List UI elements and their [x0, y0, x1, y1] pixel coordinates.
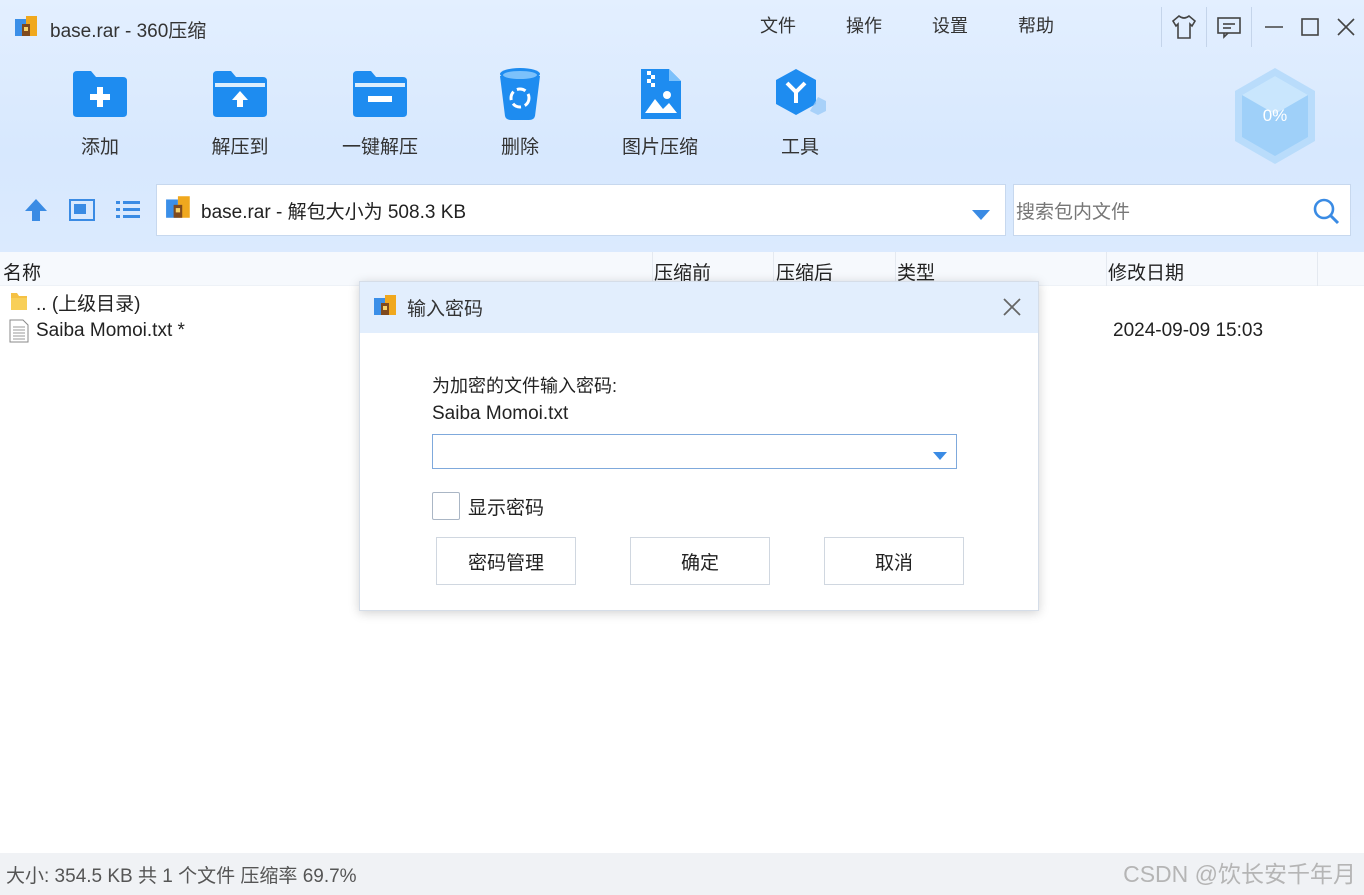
menu-settings[interactable]: 设置	[932, 12, 1018, 38]
text-file-icon	[9, 319, 29, 349]
tools-label: 工具	[780, 137, 819, 158]
thumbnail-view-icon[interactable]	[68, 196, 96, 224]
dialog-prompt: 为加密的文件输入密码:	[432, 376, 617, 396]
compression-gauge: 0%	[1232, 66, 1318, 166]
app-icon	[14, 13, 40, 45]
image-compress-label: 图片压缩	[621, 137, 698, 158]
dialog-header: 输入密码	[360, 282, 1038, 333]
dialog-filename: Saiba Momoi.txt	[432, 403, 569, 424]
skin-shirt-icon[interactable]	[1166, 9, 1202, 45]
compression-percent: 0%	[1262, 106, 1288, 125]
list-view-icon[interactable]	[114, 196, 142, 224]
cancel-button[interactable]: 取消	[824, 537, 964, 585]
delete-label: 删除	[500, 137, 539, 158]
chevron-down-icon[interactable]	[971, 205, 991, 227]
extract-to-label: 解压到	[211, 137, 269, 158]
top-panel: base.rar - 360压缩 文件 操作 设置 帮助 添加 解压到 一键解压…	[0, 0, 1364, 252]
menu-file[interactable]: 文件	[760, 12, 846, 38]
window-title: base.rar - 360压缩	[50, 20, 207, 42]
show-password-label: 显示密码	[468, 497, 545, 519]
divider	[1251, 7, 1252, 47]
add-button[interactable]: 添加	[30, 66, 170, 159]
close-icon[interactable]	[1000, 295, 1024, 319]
toolbar: 添加 解压到 一键解压 删除 图片压缩 工具	[30, 66, 870, 159]
password-input[interactable]	[432, 434, 957, 469]
tools-button[interactable]: 工具	[730, 66, 870, 159]
archive-icon	[165, 193, 193, 227]
column-modified[interactable]: 修改日期	[1108, 258, 1184, 285]
up-arrow-icon[interactable]	[22, 196, 50, 224]
divider	[1206, 7, 1207, 47]
maximize-icon[interactable]	[1292, 9, 1328, 45]
window-title-area: base.rar - 360压缩	[14, 14, 206, 44]
folder-add-icon	[70, 66, 130, 122]
search-icon[interactable]	[1312, 197, 1340, 231]
show-password-checkbox[interactable]: 显示密码	[432, 492, 544, 520]
dialog-title: 输入密码	[407, 299, 484, 320]
menu-operate[interactable]: 操作	[846, 12, 932, 38]
folder-icon	[9, 290, 29, 318]
image-compress-icon	[630, 66, 690, 122]
menu-help[interactable]: 帮助	[1018, 12, 1104, 38]
password-manage-button[interactable]: 密码管理	[436, 537, 576, 585]
minimize-icon[interactable]	[1256, 9, 1292, 45]
path-text: base.rar - 解包大小为 508.3 KB	[201, 201, 467, 223]
add-label: 添加	[80, 137, 119, 158]
extract-to-button[interactable]: 解压到	[170, 66, 310, 159]
nav-buttons	[22, 196, 142, 224]
folder-extract-icon	[210, 66, 270, 122]
delete-button[interactable]: 删除	[450, 66, 590, 159]
search-placeholder: 搜索包内文件	[1016, 201, 1131, 223]
divider	[1317, 252, 1318, 286]
folder-quick-extract-icon	[350, 66, 410, 122]
status-text: 大小: 354.5 KB 共 1 个文件 压缩率 69.7%	[6, 865, 357, 887]
recycle-bin-icon	[490, 66, 550, 122]
ok-button[interactable]: 确定	[630, 537, 770, 585]
column-name[interactable]: 名称	[3, 258, 41, 285]
file-name: .. (上级目录)	[36, 293, 141, 315]
checkbox-box[interactable]	[432, 492, 460, 520]
quick-extract-label: 一键解压	[341, 137, 418, 158]
app-icon	[373, 292, 399, 324]
close-icon[interactable]	[1328, 9, 1364, 45]
quick-extract-button[interactable]: 一键解压	[310, 66, 450, 159]
image-compress-button[interactable]: 图片压缩	[590, 66, 730, 159]
search-box[interactable]: 搜索包内文件	[1013, 184, 1351, 236]
divider	[1106, 252, 1107, 286]
path-bar[interactable]: base.rar - 解包大小为 508.3 KB	[156, 184, 1006, 236]
menu-bar: 文件 操作 设置 帮助	[760, 12, 1104, 38]
window-controls	[1157, 6, 1364, 48]
file-name: Saiba Momoi.txt *	[36, 320, 185, 341]
file-date: 2024-09-09 15:03	[1113, 320, 1264, 341]
watermark: CSDN @饮长安千年月	[1123, 861, 1356, 887]
tools-icon	[770, 66, 830, 122]
feedback-icon[interactable]	[1211, 9, 1247, 45]
password-dialog: 输入密码 为加密的文件输入密码: Saiba Momoi.txt 显示密码 密码…	[359, 281, 1039, 611]
chevron-down-icon[interactable]	[932, 448, 948, 466]
divider	[1161, 7, 1162, 47]
